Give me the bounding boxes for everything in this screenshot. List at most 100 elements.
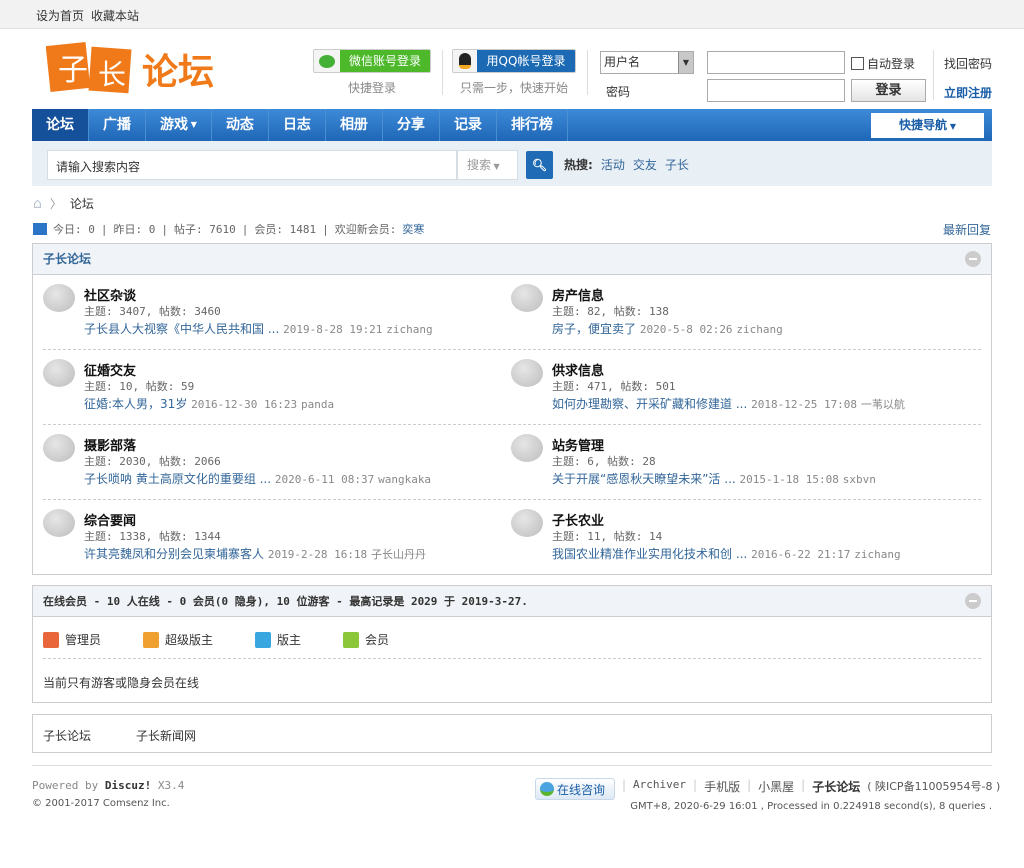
last-post-link[interactable]: 子长唢呐 黄土高原文化的重要组 ... bbox=[84, 472, 271, 486]
site-link[interactable]: 子长论坛 bbox=[812, 778, 860, 795]
forum-name[interactable]: 房产信息 bbox=[552, 285, 604, 304]
last-post-link[interactable]: 征婚:本人男，31岁 bbox=[84, 397, 187, 411]
forum-bubble-icon[interactable] bbox=[43, 509, 75, 537]
friend-link[interactable]: 子长论坛 bbox=[43, 727, 91, 744]
forum-bubble-icon[interactable] bbox=[511, 434, 543, 462]
nav-item-feed[interactable]: 动态 bbox=[212, 109, 269, 141]
forum-bubble-icon[interactable] bbox=[43, 284, 75, 312]
nav-item-broadcast[interactable]: 广播 bbox=[89, 109, 146, 141]
search-type-select[interactable]: 搜索 ▼ bbox=[457, 150, 518, 180]
icp-link[interactable]: ( 陕ICP备11005954号-8 ) bbox=[867, 778, 1000, 795]
forum-bubble-icon[interactable] bbox=[511, 509, 543, 537]
hot-search-link[interactable]: 活动 bbox=[601, 156, 625, 173]
moderator-icon bbox=[255, 631, 271, 648]
nav-games-label: 游戏 bbox=[160, 117, 188, 133]
hot-search-link[interactable]: 交友 bbox=[633, 156, 657, 173]
collapse-icon[interactable] bbox=[965, 251, 981, 267]
online-title[interactable]: 在线会员 - 10 人在线 - 0 会员(0 隐身), 10 位游客 - 最高记… bbox=[43, 595, 528, 608]
nav-item-records[interactable]: 记录 bbox=[440, 109, 497, 141]
checkbox-box[interactable] bbox=[851, 57, 864, 70]
search-bar: 请输入搜索内容 搜索 ▼ 🔍︎ 热搜: 活动 交友 子长 bbox=[32, 141, 992, 186]
forum-name[interactable]: 征婚交友 bbox=[84, 360, 136, 379]
last-post-user[interactable]: zichang bbox=[386, 323, 432, 336]
last-post-link[interactable]: 许其亮魏凤和分别会见柬埔寨客人 bbox=[84, 547, 264, 561]
login-button[interactable]: 登录 bbox=[851, 79, 926, 102]
username-input[interactable] bbox=[707, 51, 845, 74]
forum-bubble-icon[interactable] bbox=[43, 434, 75, 462]
forum-name[interactable]: 站务管理 bbox=[552, 435, 604, 454]
chevron-down-icon: ▼ bbox=[188, 120, 197, 129]
nav-item-games[interactable]: 游戏 ▼ bbox=[146, 109, 212, 141]
last-post-link[interactable]: 房子，便宜卖了 bbox=[552, 322, 636, 336]
last-post-link[interactable]: 我国农业精准作业实用化技术和创 ... bbox=[552, 547, 747, 561]
last-post-user[interactable]: zichang bbox=[736, 323, 782, 336]
last-post-user[interactable]: zichang bbox=[854, 548, 900, 561]
hot-search-link[interactable]: 子长 bbox=[665, 156, 689, 173]
forum-bubble-icon[interactable] bbox=[43, 359, 75, 387]
mobile-link[interactable]: 手机版 bbox=[704, 778, 740, 795]
new-member-link[interactable]: 奕寒 bbox=[402, 221, 424, 237]
last-post-user[interactable]: wangkaka bbox=[378, 473, 431, 486]
last-post-user[interactable]: 子长山丹丹 bbox=[371, 548, 426, 561]
password-input[interactable] bbox=[707, 79, 845, 102]
forum-item: 征婚交友 主题: 10, 帖数: 59 征婚:本人男，31岁 2016-12-3… bbox=[43, 359, 503, 429]
super-moderator-icon bbox=[143, 631, 159, 648]
bookmark-link[interactable]: 收藏本站 bbox=[91, 7, 139, 24]
forum-name[interactable]: 摄影部落 bbox=[84, 435, 136, 454]
nav-item-forum[interactable]: 论坛 bbox=[32, 109, 89, 141]
version: X3.4 bbox=[157, 779, 185, 792]
forum-stats: 主题: 11, 帖数: 14 bbox=[552, 530, 663, 543]
section-title[interactable]: 子长论坛 bbox=[43, 252, 91, 266]
wechat-sub: 快捷登录 bbox=[347, 81, 396, 95]
nav-item-share[interactable]: 分享 bbox=[383, 109, 440, 141]
register-link[interactable]: 立即注册 bbox=[944, 84, 992, 101]
last-post-time: 2020-5-8 02:26 bbox=[639, 323, 733, 336]
auto-login-checkbox[interactable]: 自动登录 bbox=[851, 55, 915, 72]
archiver-link[interactable]: Archiver bbox=[633, 778, 686, 795]
breadcrumb-current[interactable]: 论坛 bbox=[70, 195, 94, 212]
home-icon[interactable]: ⌂ bbox=[33, 196, 42, 212]
forum-stats: 主题: 10, 帖数: 59 bbox=[84, 380, 195, 393]
last-post-link[interactable]: 如何办理勘察、开采矿藏和修建道 ... bbox=[552, 397, 747, 411]
forum-stats: 主题: 1338, 帖数: 1344 bbox=[84, 530, 221, 543]
stat-members: 会员: 1481 bbox=[254, 223, 317, 236]
last-post-user[interactable]: sxbvn bbox=[843, 473, 876, 486]
consult-label: 在线咨询 bbox=[557, 782, 606, 797]
forum-item: 站务管理 主题: 6, 帖数: 28 关于开展“感恩秋天瞭望未来”活 ... 2… bbox=[511, 434, 971, 504]
forum-bubble-icon[interactable] bbox=[511, 359, 543, 387]
set-home-link[interactable]: 设为首页 bbox=[36, 7, 84, 24]
last-post-user[interactable]: panda bbox=[301, 398, 334, 411]
online-consult-button[interactable]: 在线咨询 bbox=[535, 778, 615, 800]
legend-member: 会员 bbox=[343, 631, 389, 648]
divider bbox=[442, 50, 443, 95]
friend-link[interactable]: 子长新闻网 bbox=[136, 727, 196, 744]
forum-item: 房产信息 主题: 82, 帖数: 138 房子，便宜卖了 2020-5-8 02… bbox=[511, 284, 971, 354]
latest-reply-link[interactable]: 最新回复 bbox=[943, 221, 991, 238]
last-post-time: 2016-12-30 16:23 bbox=[191, 398, 298, 411]
nav-item-album[interactable]: 相册 bbox=[326, 109, 383, 141]
discuz-link[interactable]: Discuz! bbox=[105, 779, 151, 792]
forgot-password-link[interactable]: 找回密码 bbox=[944, 55, 992, 72]
blacklist-link[interactable]: 小黑屋 bbox=[758, 778, 794, 795]
nav-item-ranking[interactable]: 排行榜 bbox=[497, 109, 568, 141]
friend-links: 子长论坛 子长新闻网 bbox=[32, 714, 992, 753]
collapse-icon[interactable] bbox=[965, 593, 981, 609]
search-button[interactable]: 🔍︎ bbox=[526, 151, 553, 179]
forum-name[interactable]: 社区杂谈 bbox=[84, 285, 136, 304]
divider bbox=[587, 50, 588, 95]
forum-name[interactable]: 子长农业 bbox=[552, 510, 604, 529]
last-post-link[interactable]: 关于开展“感恩秋天瞭望未来”活 ... bbox=[552, 472, 736, 486]
quick-nav-button[interactable]: 快捷导航 ▼ bbox=[871, 113, 984, 138]
qq-login-button[interactable]: 用QQ帐号登录 bbox=[452, 49, 576, 73]
login-type-select[interactable]: 用户名 ▼ bbox=[600, 51, 694, 74]
forum-name[interactable]: 供求信息 bbox=[552, 360, 604, 379]
forum-name[interactable]: 综合要闻 bbox=[84, 510, 136, 529]
site-logo[interactable]: 子长论坛 bbox=[45, 42, 221, 94]
nav-item-blog[interactable]: 日志 bbox=[269, 109, 326, 141]
forum-bubble-icon[interactable] bbox=[511, 284, 543, 312]
search-input[interactable]: 请输入搜索内容 bbox=[47, 150, 457, 180]
divider bbox=[933, 50, 934, 100]
last-post-link[interactable]: 子长县人大视察《中华人民共和国 ... bbox=[84, 322, 279, 336]
last-post-user[interactable]: 一苇以航 bbox=[861, 398, 905, 411]
wechat-login-button[interactable]: 微信账号登录 bbox=[313, 49, 431, 73]
